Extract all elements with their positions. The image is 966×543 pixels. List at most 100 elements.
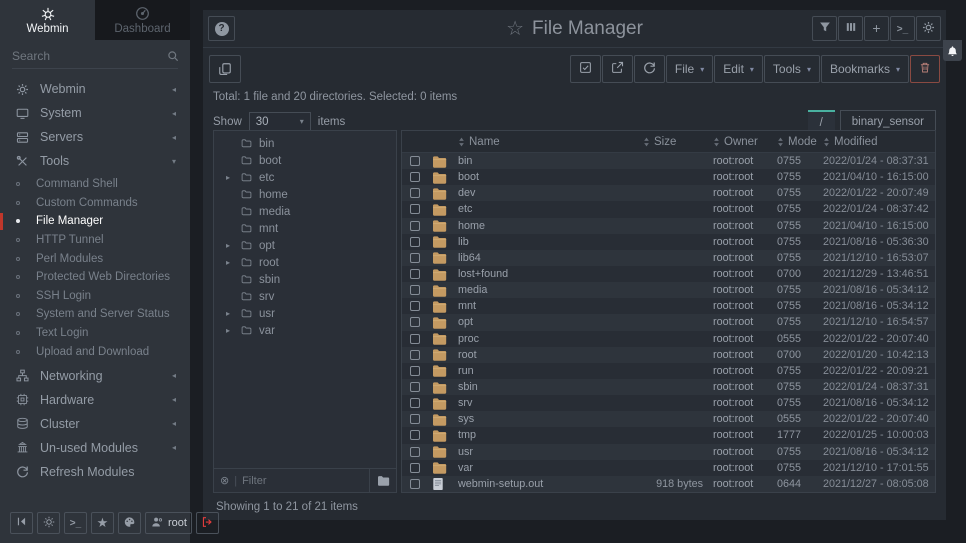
file-name[interactable]: etc bbox=[458, 203, 643, 215]
file-row-usr[interactable]: usrroot:root07552021/08/16 - 05:34:12 bbox=[402, 444, 935, 460]
sidebar-item-system[interactable]: System◂ bbox=[0, 101, 190, 125]
row-checkbox[interactable] bbox=[410, 317, 420, 327]
expand-icon[interactable]: ▸ bbox=[226, 241, 240, 250]
file-row-lost-found[interactable]: lost+foundroot:root07002021/12/29 - 13:4… bbox=[402, 266, 935, 282]
file-name[interactable]: webmin-setup.out bbox=[458, 478, 643, 490]
file-row-srv[interactable]: srvroot:root07552021/08/16 - 05:34:12 bbox=[402, 395, 935, 411]
star-outline-icon[interactable]: ☆ bbox=[506, 19, 524, 39]
columns-button[interactable] bbox=[838, 16, 863, 41]
column-header-mode[interactable]: Mode bbox=[777, 136, 823, 148]
sidebar-subitem-text-login[interactable]: Text Login bbox=[0, 324, 190, 343]
row-checkbox[interactable] bbox=[410, 350, 420, 360]
sidebar-item-tools[interactable]: Tools▾ bbox=[0, 149, 190, 173]
column-header-modified[interactable]: Modified bbox=[823, 136, 935, 148]
file-name[interactable]: sbin bbox=[458, 381, 643, 393]
file-row-webmin-setup-out[interactable]: webmin-setup.out918 bytesroot:root064420… bbox=[402, 476, 935, 492]
column-header-owner[interactable]: Owner bbox=[713, 136, 777, 148]
logout-button[interactable] bbox=[196, 512, 219, 534]
bookmarks-menu-button[interactable]: Bookmarks▾ bbox=[821, 55, 909, 83]
file-row-sys[interactable]: sysroot:root05552022/01/22 - 20:07:40 bbox=[402, 411, 935, 427]
tree-item-srv[interactable]: srv bbox=[214, 288, 396, 305]
tree-item-boot[interactable]: boot bbox=[214, 152, 396, 169]
row-checkbox[interactable] bbox=[410, 382, 420, 392]
file-row-etc[interactable]: etcroot:root07552022/01/24 - 08:37:42 bbox=[402, 201, 935, 217]
sidebar-subitem-ssh-login[interactable]: SSH Login bbox=[0, 287, 190, 306]
file-name[interactable]: media bbox=[458, 284, 643, 296]
file-row-tmp[interactable]: tmproot:root17772022/01/25 - 10:00:03 bbox=[402, 427, 935, 443]
tree-filter-bar[interactable]: ⊗ | Filter bbox=[214, 468, 396, 492]
sidebar-subitem-file-manager[interactable]: File Manager bbox=[0, 212, 190, 231]
sidebar-item-hardware[interactable]: Hardware◂ bbox=[0, 388, 190, 412]
row-checkbox[interactable] bbox=[410, 156, 420, 166]
row-checkbox[interactable] bbox=[410, 414, 420, 424]
page-size-select[interactable]: 30 ▾ bbox=[249, 112, 311, 132]
sidebar-item-servers[interactable]: Servers◂ bbox=[0, 125, 190, 149]
select-all-button[interactable] bbox=[570, 55, 601, 83]
sidebar-item-cluster[interactable]: Cluster◂ bbox=[0, 412, 190, 436]
plus-button[interactable]: + bbox=[864, 16, 889, 41]
expand-icon[interactable]: ▸ bbox=[226, 258, 240, 267]
file-row-lib64[interactable]: lib64root:root07552021/12/10 - 16:53:07 bbox=[402, 250, 935, 266]
file-name[interactable]: bin bbox=[458, 155, 643, 167]
file-row-home[interactable]: homeroot:root07552021/04/10 - 16:15:00 bbox=[402, 218, 935, 234]
sidebar-item-un-used-modules[interactable]: Un-used Modules◂ bbox=[0, 436, 190, 460]
help-button[interactable]: ? bbox=[208, 16, 235, 41]
file-name[interactable]: boot bbox=[458, 171, 643, 183]
sidebar-subitem-custom-commands[interactable]: Custom Commands bbox=[0, 194, 190, 213]
gear-button[interactable] bbox=[916, 16, 941, 41]
file-row-bin[interactable]: binroot:root07552022/01/24 - 08:37:31 bbox=[402, 153, 935, 169]
tree-item-opt[interactable]: ▸opt bbox=[214, 237, 396, 254]
row-checkbox[interactable] bbox=[410, 221, 420, 231]
file-name[interactable]: lib bbox=[458, 236, 643, 248]
row-checkbox[interactable] bbox=[410, 253, 420, 263]
tree-item-root[interactable]: ▸root bbox=[214, 254, 396, 271]
row-checkbox[interactable] bbox=[410, 188, 420, 198]
file-name[interactable]: run bbox=[458, 365, 643, 377]
sidebar-item-networking[interactable]: Networking◂ bbox=[0, 364, 190, 388]
clear-filter-icon[interactable]: ⊗ bbox=[220, 474, 229, 487]
expand-icon[interactable]: ▸ bbox=[226, 173, 240, 182]
file-name[interactable]: home bbox=[458, 220, 643, 232]
file-row-sbin[interactable]: sbinroot:root07552022/01/24 - 08:37:31 bbox=[402, 379, 935, 395]
row-checkbox[interactable] bbox=[410, 447, 420, 457]
notifications-tab[interactable] bbox=[943, 40, 962, 61]
file-name[interactable]: lib64 bbox=[458, 252, 643, 264]
expand-icon[interactable]: ▸ bbox=[226, 309, 240, 318]
tab-webmin[interactable]: Webmin bbox=[0, 0, 95, 40]
sidebar-item-refresh-modules[interactable]: Refresh Modules bbox=[0, 460, 190, 484]
sidebar-subitem-protected-web-directories[interactable]: Protected Web Directories bbox=[0, 268, 190, 287]
file-row-run[interactable]: runroot:root07552022/01/22 - 20:09:21 bbox=[402, 363, 935, 379]
file-name[interactable]: mnt bbox=[458, 300, 643, 312]
column-header-size[interactable]: Size bbox=[643, 136, 713, 148]
sidebar-subitem-command-shell[interactable]: Command Shell bbox=[0, 175, 190, 194]
terminal-button[interactable]: >_ bbox=[64, 512, 87, 534]
tree-item-home[interactable]: home bbox=[214, 186, 396, 203]
expand-icon[interactable]: ▸ bbox=[226, 326, 240, 335]
file-row-var[interactable]: varroot:root07552021/12/10 - 17:01:55 bbox=[402, 460, 935, 476]
file-row-root[interactable]: rootroot:root07002022/01/20 - 10:42:13 bbox=[402, 347, 935, 363]
file-row-dev[interactable]: devroot:root07552022/01/22 - 20:07:49 bbox=[402, 185, 935, 201]
sidebar-item-webmin[interactable]: Webmin◂ bbox=[0, 77, 190, 101]
file-name[interactable]: root bbox=[458, 349, 643, 361]
terminal-button[interactable]: >_ bbox=[890, 16, 915, 41]
folder-select-icon[interactable] bbox=[369, 469, 390, 492]
tree-item-bin[interactable]: bin bbox=[214, 135, 396, 152]
file-menu-button[interactable]: File▾ bbox=[666, 55, 713, 83]
tab-dashboard[interactable]: Dashboard bbox=[95, 0, 190, 40]
file-name[interactable]: sys bbox=[458, 413, 643, 425]
row-checkbox[interactable] bbox=[410, 366, 420, 376]
sidebar-subitem-perl-modules[interactable]: Perl Modules bbox=[0, 249, 190, 268]
export-button[interactable] bbox=[602, 55, 633, 83]
row-checkbox[interactable] bbox=[410, 285, 420, 295]
file-name[interactable]: var bbox=[458, 462, 643, 474]
tree-item-sbin[interactable]: sbin bbox=[214, 271, 396, 288]
row-checkbox[interactable] bbox=[410, 172, 420, 182]
row-checkbox[interactable] bbox=[410, 204, 420, 214]
file-name[interactable]: proc bbox=[458, 333, 643, 345]
row-checkbox[interactable] bbox=[410, 269, 420, 279]
row-checkbox[interactable] bbox=[410, 334, 420, 344]
edit-menu-button[interactable]: Edit▾ bbox=[714, 55, 763, 83]
tools-menu-button[interactable]: Tools▾ bbox=[764, 55, 820, 83]
star-button[interactable]: ★ bbox=[91, 512, 114, 534]
tree-item-etc[interactable]: ▸etc bbox=[214, 169, 396, 186]
